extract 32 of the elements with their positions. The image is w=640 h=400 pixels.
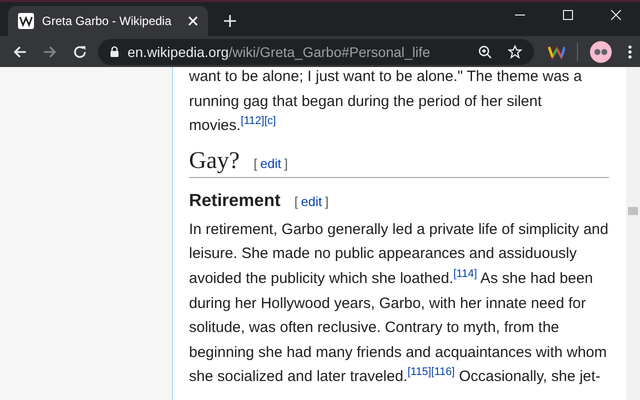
profile-avatar-icon[interactable]: [590, 40, 612, 62]
bracket: [: [294, 194, 298, 209]
close-tab-icon[interactable]: [188, 16, 198, 26]
bracket: ]: [325, 194, 329, 209]
tab-title: Greta Garbo - Wikipedia: [42, 14, 172, 28]
scrollbar[interactable]: [626, 67, 640, 400]
paragraph: In retirement, Garbo generally led a private life of simplicity and leisure. She made no public appearances and assiduously avoided the publicity which she loathed.$^{[114]}$ As she had been during her Hollywood years, Garbo, with her innate need for solitude, was often reclusive. Contrary to myth, from the beginning she had many friends and acquaintances with whom she socialized and later traveled.$^{[115]}$$^{[116]}$ Occasionally, she jet-: [189, 220, 609, 388]
extension-icon[interactable]: [548, 44, 566, 58]
forward-icon[interactable]: [42, 44, 57, 58]
close-icon[interactable]: [611, 10, 621, 20]
citation-link[interactable]: [115]: [407, 366, 432, 378]
section-heading: Retirement: [189, 190, 280, 211]
citation-link[interactable]: [c]: [264, 115, 276, 128]
bracket: [: [254, 156, 258, 171]
edit-link[interactable]: edit: [257, 156, 284, 171]
citation-link[interactable]: [114]: [453, 268, 478, 280]
reload-icon[interactable]: [72, 44, 86, 58]
citation-link[interactable]: [116]: [431, 366, 455, 378]
bookmark-star-icon[interactable]: [508, 44, 522, 58]
back-icon[interactable]: [13, 44, 27, 58]
citation-link[interactable]: [112]: [240, 115, 264, 128]
section-heading: Gay?: [189, 148, 240, 175]
new-tab-icon[interactable]: [224, 15, 236, 27]
wikipedia-favicon: [18, 13, 34, 29]
menu-icon[interactable]: [628, 44, 632, 58]
zoom-icon[interactable]: [478, 44, 492, 58]
scrollbar-thumb[interactable]: [628, 207, 638, 215]
address-bar[interactable]: en.wikipedia.org/wiki/Greta_Garbo#Personal_life: [98, 38, 534, 64]
edit-link[interactable]: edit: [298, 194, 326, 209]
maximize-icon[interactable]: [563, 10, 573, 20]
lock-icon: [110, 46, 120, 57]
bracket: ]: [284, 156, 288, 171]
